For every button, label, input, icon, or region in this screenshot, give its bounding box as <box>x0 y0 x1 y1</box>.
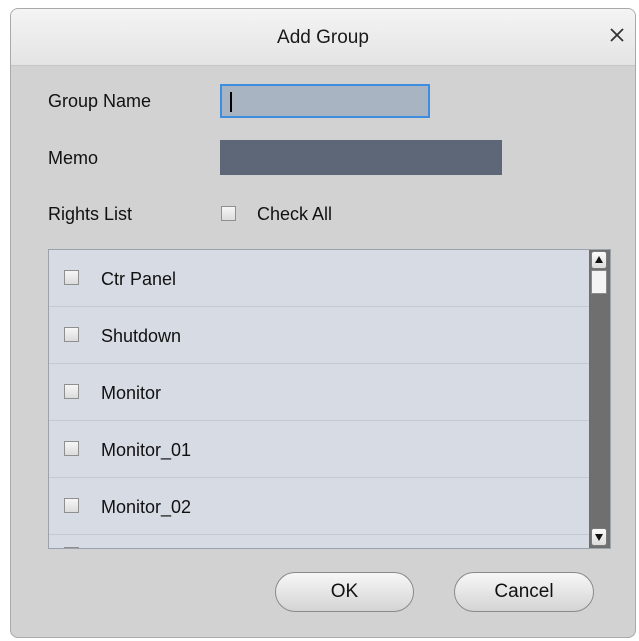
text-caret <box>230 92 232 112</box>
right-checkbox[interactable] <box>64 547 79 548</box>
list-item-partial[interactable] <box>49 535 589 548</box>
scroll-thumb[interactable] <box>591 270 607 294</box>
dialog-title: Add Group <box>277 27 369 48</box>
rights-list-label: Rights List <box>48 204 133 224</box>
right-checkbox[interactable] <box>64 441 79 456</box>
memo-label: Memo <box>48 148 99 168</box>
right-label: Monitor <box>101 383 162 403</box>
right-checkbox[interactable] <box>64 270 79 285</box>
list-item[interactable]: Monitor_02 <box>49 478 589 535</box>
scroll-up-button[interactable] <box>591 251 607 269</box>
right-label: Ctr Panel <box>101 269 177 289</box>
vertical-scrollbar[interactable] <box>589 250 610 548</box>
arrow-down-icon <box>595 534 603 541</box>
right-checkbox[interactable] <box>64 384 79 399</box>
list-item[interactable]: Monitor_01 <box>49 421 589 478</box>
add-group-dialog: Add Group Group Name Memo Rights List Ch… <box>10 8 636 638</box>
group-name-input[interactable] <box>220 84 430 118</box>
title-bar: Add Group <box>11 9 635 66</box>
right-label: Monitor_01 <box>101 440 192 460</box>
close-icon <box>610 28 624 42</box>
arrow-up-icon <box>595 256 603 263</box>
ok-button[interactable]: OK <box>275 572 414 612</box>
right-label: Shutdown <box>101 326 182 346</box>
right-checkbox[interactable] <box>64 327 79 342</box>
right-label: Monitor_02 <box>101 497 192 517</box>
check-all-checkbox[interactable] <box>221 206 236 221</box>
scroll-down-button[interactable] <box>591 528 607 546</box>
rights-list: Ctr Panel Shutdown Monitor Monitor_01 Mo… <box>48 249 611 549</box>
list-item[interactable]: Shutdown <box>49 307 589 364</box>
right-checkbox[interactable] <box>64 498 79 513</box>
close-button[interactable] <box>605 23 629 47</box>
group-name-label: Group Name <box>48 91 152 111</box>
list-item[interactable]: Ctr Panel <box>49 250 589 307</box>
check-all-label[interactable]: Check All <box>257 204 332 225</box>
cancel-button[interactable]: Cancel <box>454 572 594 612</box>
list-item[interactable]: Monitor <box>49 364 589 421</box>
memo-input[interactable] <box>220 140 502 175</box>
